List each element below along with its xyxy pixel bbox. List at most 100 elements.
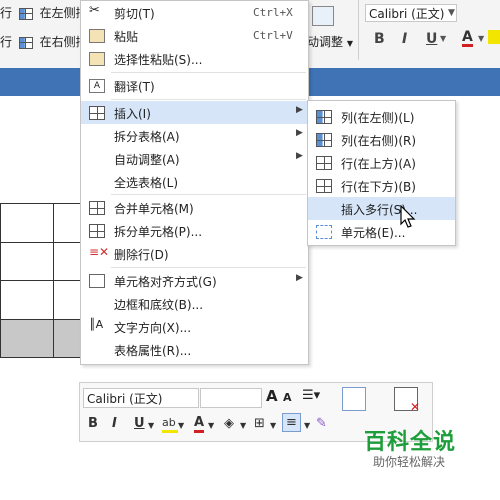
menu-item-label: 拆分表格(A) — [114, 130, 180, 144]
ribbon-row-prefix: 行 — [0, 6, 13, 20]
insert-left-button[interactable]: 行 在左侧插 — [0, 4, 88, 21]
chevron-down-icon[interactable]: ▼ — [478, 34, 484, 43]
menu-item-shortcut: Ctrl+V — [253, 29, 293, 42]
menu-item-borders-shading[interactable]: 边框和底纹(B)... — [81, 292, 308, 315]
watermark-title: 百科全说 — [364, 430, 457, 455]
menu-separator — [111, 72, 306, 73]
watermark-subtitle: 助你轻松解决 — [373, 455, 446, 469]
menu-item-split-cells[interactable]: 拆分单元格(P)... — [81, 219, 308, 242]
chevron-right-icon: ▶ — [296, 105, 303, 115]
menu-item-split-table[interactable]: 拆分表格(A) ▶ — [81, 124, 308, 147]
table-cell-selected[interactable] — [0, 318, 54, 358]
submenu-item-col-left[interactable]: 列(在左侧)(L) — [308, 105, 455, 128]
insert-left-icon — [18, 7, 33, 20]
chevron-right-icon: ▶ — [296, 273, 303, 283]
menu-item-cut[interactable]: ✂ 剪切(T) Ctrl+X — [81, 1, 308, 24]
line-spacing-icon[interactable]: ☰▾ — [302, 388, 320, 403]
menu-item-label: 拆分单元格(P)... — [114, 225, 203, 239]
autofit-button[interactable]: 动调整 ▼ — [307, 33, 353, 50]
cells-icon — [316, 225, 332, 239]
mini-font-color-button[interactable]: A — [194, 416, 205, 433]
submenu-item-row-above[interactable]: 行(在上方)(A) — [308, 151, 455, 174]
mini-underline-button[interactable]: U — [134, 416, 145, 431]
chevron-right-icon: ▶ — [296, 128, 303, 138]
autofit-label: 动调整 — [307, 35, 344, 49]
menu-item-label: 自动调整(A) — [114, 153, 180, 167]
menu-item-label: 选择性粘贴(S)... — [114, 53, 203, 67]
chevron-down-icon[interactable]: ▼ — [448, 4, 460, 22]
menu-item-label: 边框和底纹(B)... — [114, 298, 204, 312]
menu-item-label: 合并单元格(M) — [114, 202, 194, 216]
menu-item-shortcut: Ctrl+X — [253, 6, 293, 19]
menu-item-delete-row[interactable]: ≡✕ 删除行(D) — [81, 242, 308, 265]
menu-item-label: 翻译(T) — [114, 80, 155, 94]
font-name-box[interactable]: Calibri (正文) — [365, 4, 457, 22]
table-cell[interactable] — [0, 241, 54, 281]
scissors-icon: ✂ — [89, 3, 100, 18]
highlight-icon[interactable] — [488, 30, 500, 44]
menu-item-label: 全选表格(L) — [114, 176, 179, 190]
menu-item-paste-special[interactable]: 选择性粘贴(S)... — [81, 47, 308, 70]
menu-item-label: 粘贴 — [114, 30, 139, 44]
chevron-down-icon[interactable]: ▼ — [240, 421, 246, 430]
insert-right-icon — [18, 36, 33, 49]
menu-item-cell-alignment[interactable]: 单元格对齐方式(G) ▶ — [81, 269, 308, 292]
mini-italic-button[interactable]: I — [112, 416, 117, 431]
submenu-item-cells[interactable]: 单元格(E)... — [308, 220, 455, 243]
merge-cells-icon — [89, 201, 105, 215]
menu-item-text-direction[interactable]: ║A 文字方向(X)... — [81, 315, 308, 338]
menu-item-paste[interactable]: 粘贴 Ctrl+V — [81, 24, 308, 47]
menu-separator — [111, 267, 306, 268]
table-cell[interactable] — [0, 203, 54, 243]
mini-bold-button[interactable]: B — [88, 416, 98, 431]
menu-item-label: 单元格对齐方式(G) — [114, 275, 217, 289]
menu-item-select-table[interactable]: 全选表格(L) — [81, 170, 308, 193]
table-cell[interactable] — [0, 280, 54, 320]
menu-item-label: 表格属性(R)... — [114, 344, 192, 358]
menu-separator — [111, 194, 306, 195]
chevron-down-icon: ▼ — [346, 39, 353, 48]
grow-font-button[interactable]: A — [266, 387, 278, 405]
font-color-button[interactable]: A — [462, 30, 473, 47]
text-direction-icon: ║A — [89, 318, 104, 331]
bold-button[interactable]: B — [374, 31, 385, 47]
border-icon[interactable]: ⊞ — [254, 416, 265, 431]
menu-item-insert[interactable]: 插入(I) ▶ — [81, 101, 308, 124]
insert-table-icon — [89, 106, 105, 120]
chevron-down-icon[interactable]: ▼ — [178, 421, 184, 430]
chevron-down-icon[interactable]: ▼ — [208, 421, 214, 430]
format-painter-icon[interactable]: ✎ — [316, 416, 327, 431]
format-buttons: B I U ▼ A ▼ — [364, 30, 500, 50]
submenu-item-col-right[interactable]: 列(在右侧)(R) — [308, 128, 455, 151]
align-icon[interactable]: ≡ — [282, 413, 301, 432]
shading-icon[interactable]: ◈ — [224, 416, 234, 431]
mini-font-name-box[interactable]: Calibri (正文) — [83, 388, 199, 408]
menu-item-merge-cells[interactable]: 合并单元格(M) — [81, 196, 308, 219]
chevron-down-icon[interactable]: ▼ — [440, 34, 446, 43]
paste-special-icon — [89, 52, 105, 66]
submenu-item-insert-multiple-rows[interactable]: 插入多行(S)... — [308, 197, 455, 220]
menu-item-autofit[interactable]: 自动调整(A) ▶ — [81, 147, 308, 170]
table-grid-icon[interactable] — [312, 6, 334, 26]
italic-button[interactable]: I — [402, 31, 407, 47]
menu-item-translate[interactable]: A 翻译(T) — [81, 74, 308, 97]
insert-right-button[interactable]: 行 在右侧插 — [0, 33, 88, 50]
paste-icon — [89, 29, 105, 43]
chevron-down-icon[interactable]: ▼ — [304, 421, 310, 430]
split-cells-icon — [89, 224, 105, 238]
menu-item-table-properties[interactable]: 表格属性(R)... — [81, 338, 308, 361]
row-below-icon — [316, 179, 332, 193]
submenu-item-row-below[interactable]: 行(在下方)(B) — [308, 174, 455, 197]
shrink-font-button[interactable]: A — [283, 391, 292, 404]
context-menu: ✂ 剪切(T) Ctrl+X 粘贴 Ctrl+V 选择性粘贴(S)... A 翻… — [80, 0, 309, 365]
insert-table-icon[interactable] — [342, 387, 366, 411]
delete-table-icon[interactable]: ✕ — [394, 387, 420, 414]
translate-icon: A — [89, 79, 105, 93]
chevron-down-icon[interactable]: ▼ — [270, 421, 276, 430]
chevron-down-icon[interactable]: ▼ — [148, 421, 154, 430]
highlight-button[interactable]: ab — [162, 416, 178, 433]
underline-button[interactable]: U — [426, 31, 437, 47]
mini-font-size-box[interactable] — [200, 388, 262, 408]
row-above-icon — [316, 156, 332, 170]
delete-row-icon: ≡✕ — [89, 245, 110, 259]
